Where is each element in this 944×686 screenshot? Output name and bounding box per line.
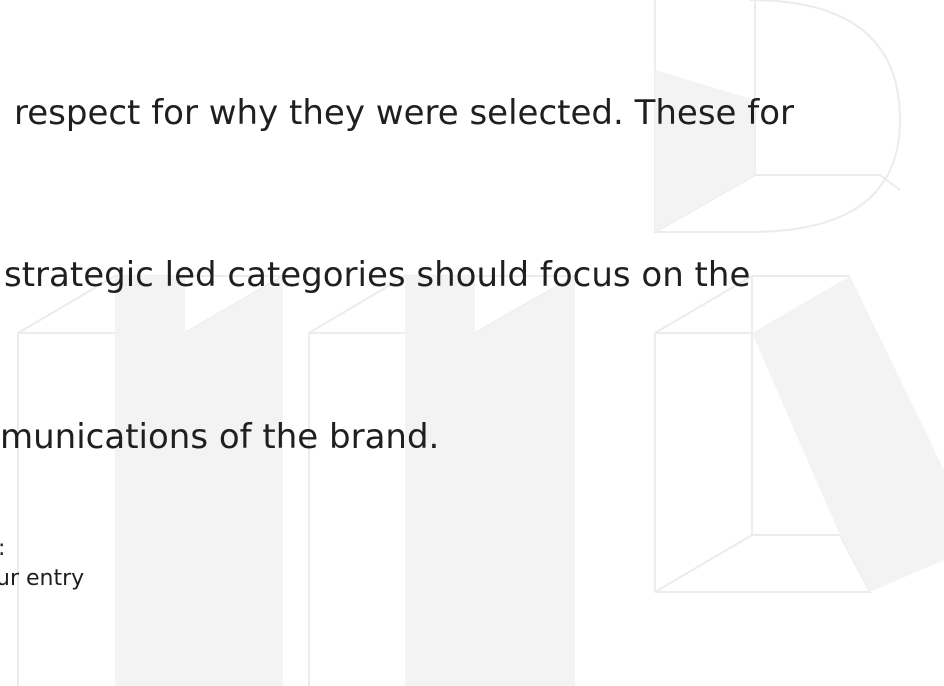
paragraph-line-3: munications of the brand. bbox=[0, 417, 440, 457]
note-entry-text: ur entry bbox=[0, 566, 85, 591]
page: respect for why they were selected. Thes… bbox=[0, 0, 944, 686]
paragraph-line-2: strategic led categories should focus on… bbox=[4, 255, 751, 295]
note-colon: : bbox=[0, 536, 5, 561]
paragraph-line-1: respect for why they were selected. Thes… bbox=[14, 93, 795, 133]
body-paragraph: respect for why they were selected. Thes… bbox=[0, 0, 944, 572]
